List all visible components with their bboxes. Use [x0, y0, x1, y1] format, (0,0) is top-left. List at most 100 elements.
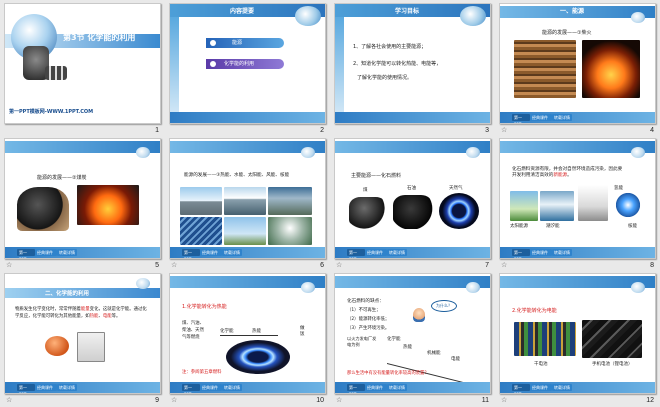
flow-step: 化学能: [387, 337, 401, 342]
menu-item-chemical[interactable]: 化学能的利用: [206, 59, 284, 69]
footer-button[interactable]: 第一PPT: [512, 249, 530, 258]
text-span: 等。: [111, 314, 121, 319]
footer-button[interactable]: 第一PPT: [347, 384, 365, 393]
menu-item-label: 化学能的利用: [224, 61, 255, 67]
menu-item-energy[interactable]: 能源: [206, 38, 284, 48]
slide-2[interactable]: 内容提要 能源 化学能的利用: [169, 3, 326, 124]
slide-thumb-4[interactable]: 一、能源 能源的发展——①柴火 第一PPT 经典课件 转载详情 ☆ 4: [498, 2, 658, 134]
footer-button[interactable]: 第一PPT: [512, 384, 530, 393]
slide-7[interactable]: 主要能源——化石燃料 煤 石油 天然气 第一PPT 经典课件 转载详情: [334, 138, 491, 259]
star-icon[interactable]: ☆: [336, 396, 342, 404]
footer-button[interactable]: 转载详情: [552, 114, 572, 121]
bullet-icon: [210, 61, 216, 67]
slide-thumb-1[interactable]: 第3节 化学能的利用 第一PPT模板网-WWW.1PPT.COM 1: [3, 2, 163, 134]
footer-button[interactable]: 转载详情: [552, 384, 572, 391]
slide-thumb-11[interactable]: 化石燃料的缺点： （1）不可再生； （2）能源转化率低； （3）产生环境污染。 …: [333, 272, 493, 404]
slide-header: 内容提要: [230, 8, 255, 15]
footer-button[interactable]: 转载详情: [57, 384, 77, 391]
star-icon[interactable]: ☆: [171, 396, 177, 404]
slide-6[interactable]: 能源的发展——③热能、水能、太阳能、风能、核能 第一PPT 经典课件 转载详情: [169, 138, 326, 259]
slide-caption: 能源的发展——③热能、水能、太阳能、风能、核能: [184, 173, 290, 178]
footer-button[interactable]: 转载详情: [222, 249, 242, 256]
footer-button[interactable]: 经典课件: [200, 249, 222, 256]
slide-number: 9: [155, 397, 159, 404]
slide-number: 1: [155, 127, 159, 134]
gas-flame-image: [439, 193, 479, 229]
footer-button[interactable]: 转载详情: [552, 249, 572, 256]
footer-button[interactable]: 经典课件: [365, 384, 387, 391]
dam-image: [268, 187, 312, 215]
slide-number: 5: [155, 262, 159, 269]
menu-item-label: 能源: [232, 40, 243, 46]
slide-thumb-7[interactable]: 主要能源——化石燃料 煤 石油 天然气 第一PPT 经典课件 转载详情 ☆ 7: [333, 137, 493, 269]
slide-4[interactable]: 一、能源 能源的发展——①柴火 第一PPT 经典课件 转载详情: [499, 3, 656, 124]
solar-panel-image: [180, 217, 222, 245]
slide-12[interactable]: 2.化学能转化为电能 干电池 手机电池（锂电池） 第一PPT 经典课件 转载详情: [499, 273, 656, 394]
star-icon[interactable]: ☆: [501, 126, 507, 134]
slide-thumb-12[interactable]: 2.化学能转化为电能 干电池 手机电池（锂电池） 第一PPT 经典课件 转载详情…: [498, 272, 658, 404]
globe-icon: [136, 147, 150, 158]
slide-10[interactable]: 1.化学能转化为热能 煤、汽油、 柴油、天然 气等燃烧 化学能 热能 做饭 注：…: [169, 273, 326, 394]
footer-button[interactable]: 第一PPT: [182, 249, 200, 258]
footer-button[interactable]: 第一PPT: [347, 249, 365, 258]
image-label: 煤: [363, 188, 368, 193]
footer-button[interactable]: 经典课件: [530, 384, 552, 391]
image-label: 核能: [628, 224, 637, 229]
slide-header: 一、能源: [560, 8, 585, 15]
footer-button[interactable]: 经典课件: [35, 249, 57, 256]
footer-button[interactable]: 经典课件: [365, 249, 387, 256]
slide-thumb-2[interactable]: 内容提要 能源 化学能的利用 2: [168, 2, 328, 134]
molecule-icon: [45, 66, 67, 80]
bullet-icon: [210, 40, 216, 46]
star-icon[interactable]: ☆: [6, 396, 12, 404]
footer-button[interactable]: 转载详情: [387, 384, 407, 391]
fuel-line: 煤、汽油、: [182, 321, 204, 326]
footer-band: [335, 112, 490, 123]
footer-button[interactable]: 经典课件: [35, 384, 57, 391]
slide-number: 11: [481, 397, 489, 404]
slide-1[interactable]: 第3节 化学能的利用 第一PPT模板网-WWW.1PPT.COM: [4, 3, 161, 124]
arrow-line: [220, 335, 278, 336]
footer-button[interactable]: 转载详情: [57, 249, 77, 256]
note-span: 注：参阅第五章燃料: [182, 370, 222, 375]
slide-caption: 主要能源——化石燃料: [351, 173, 402, 179]
slide-9[interactable]: 二、化学能的利用 物质发生化学变化时，常常伴随着能量变化，这就是化学能。通过化学…: [4, 273, 161, 394]
star-icon[interactable]: ☆: [171, 261, 177, 269]
footer-button[interactable]: 转载详情: [222, 384, 242, 391]
footer-button[interactable]: 转载详情: [387, 249, 407, 256]
slide-thumb-9[interactable]: 二、化学能的利用 物质发生化学变化时，常常伴随着能量变化，这就是化学能。通过化学…: [3, 272, 163, 404]
star-icon[interactable]: ☆: [6, 261, 12, 269]
slide-thumb-6[interactable]: 能源的发展——③热能、水能、太阳能、风能、核能 第一PPT 经典课件 转载详情 …: [168, 137, 328, 269]
footer-button[interactable]: 第一PPT: [512, 114, 530, 123]
slide-3[interactable]: 学习目标 1、了解各社会使用的主要能源； 2、知道化学能可以转化热能、电能等， …: [334, 3, 491, 124]
slide-sorter: 第3节 化学能的利用 第一PPT模板网-WWW.1PPT.COM 1 内容提要 …: [0, 0, 660, 407]
slide-8[interactable]: 化石燃料资源有限，并会对自然环境造成污染，因此要开发利用清洁高效的新能源。 太阳…: [499, 138, 656, 259]
star-icon[interactable]: ☆: [501, 261, 507, 269]
image-label: 氢能: [614, 186, 623, 191]
fruit-battery-image: [45, 336, 69, 356]
goal-line: 了解化学能的使用情况。: [357, 75, 413, 81]
slide-thumb-8[interactable]: 化石燃料资源有限，并会对自然环境造成污染，因此要开发利用清洁高效的新能源。 太阳…: [498, 137, 658, 269]
footer-button[interactable]: 经典课件: [530, 249, 552, 256]
slide-5[interactable]: 能源的发展——②煤炭 第一PPT 经典课件 转载详情: [4, 138, 161, 259]
slide-11[interactable]: 化石燃料的缺点： （1）不可再生； （2）能源转化率低； （3）产生环境污染。 …: [334, 273, 491, 394]
fuel-list: 煤、汽油、 柴油、天然 气等燃烧: [182, 320, 204, 341]
star-icon[interactable]: ☆: [336, 261, 342, 269]
footer-button[interactable]: 经典课件: [200, 384, 222, 391]
footer-button[interactable]: 经典课件: [530, 114, 552, 121]
image-label: 干电池: [534, 362, 548, 367]
point-line: （2）能源转化率低；: [347, 317, 390, 322]
footer-button[interactable]: 第一PPT: [182, 384, 200, 393]
slide-thumb-3[interactable]: 学习目标 1、了解各社会使用的主要能源； 2、知道化学能可以转化热能、电能等， …: [333, 2, 493, 134]
slide-thumb-10[interactable]: 1.化学能转化为热能 煤、汽油、 柴油、天然 气等燃烧 化学能 热能 做饭 注：…: [168, 272, 328, 404]
slide-text: 化石燃料资源有限，并会对自然环境造成污染，因此要开发利用清洁高效的新能源。: [512, 167, 624, 179]
closing-question: 那么生活中有没有能量转化率较高的装置？: [347, 371, 429, 376]
footer-button[interactable]: 第一PPT: [17, 249, 35, 258]
sidebar: [335, 17, 344, 112]
star-icon[interactable]: ☆: [501, 396, 507, 404]
footer-button[interactable]: 第一PPT: [17, 384, 35, 393]
slide-number: 8: [650, 262, 654, 269]
site-footer: 第一PPT模板网-WWW.1PPT.COM: [9, 109, 94, 115]
slide-thumb-5[interactable]: 能源的发展——②煤炭 第一PPT 经典课件 转载详情 ☆ 5: [3, 137, 163, 269]
slide-caption: 能源的发展——①柴火: [542, 30, 592, 36]
